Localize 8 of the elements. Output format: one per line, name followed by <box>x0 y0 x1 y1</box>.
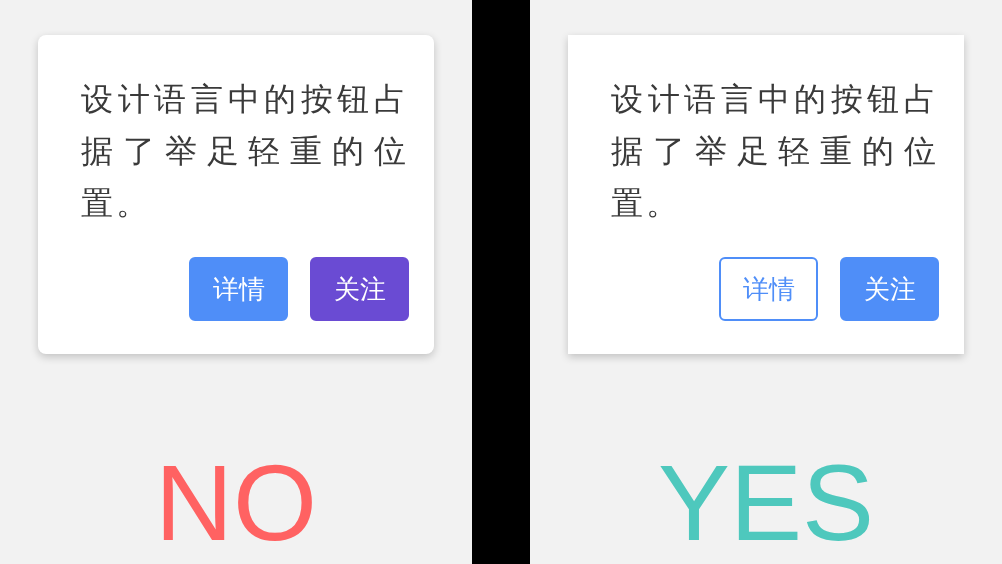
outline-button[interactable]: 详情 <box>719 257 818 321</box>
verdict-label: YES <box>657 449 875 557</box>
card-text: 设计语言中的按钮占据了举足轻重的位置。 <box>81 80 409 223</box>
filled-button[interactable]: 关注 <box>310 257 409 321</box>
card-text: 设计语言中的按钮占据了举足轻重的位置。 <box>611 80 939 223</box>
filled-button[interactable]: 关注 <box>840 257 939 321</box>
verdict-label: NO <box>155 449 317 557</box>
filled-button[interactable]: 详情 <box>189 257 288 321</box>
